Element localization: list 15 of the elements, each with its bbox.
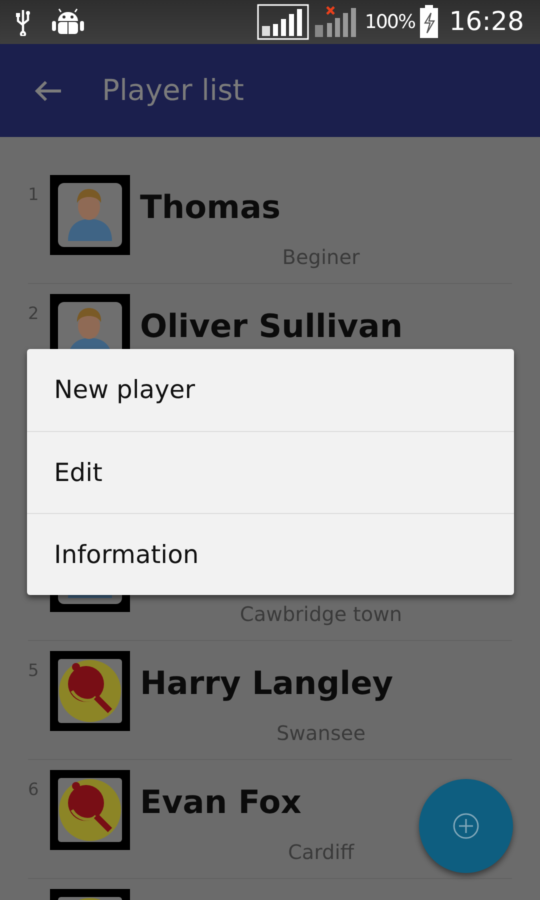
add-icon — [452, 812, 480, 840]
android-icon — [52, 8, 84, 36]
battery-percentage: 100% — [364, 10, 416, 35]
signal-icon — [256, 4, 309, 40]
screen-title: Player list — [102, 72, 244, 109]
menu-item[interactable]: Edit — [27, 431, 514, 513]
player-name: Oliver Sullivan — [140, 307, 403, 345]
usb-icon — [16, 8, 30, 36]
menu-item[interactable]: Information — [27, 513, 514, 595]
player-name: Thomas — [140, 188, 281, 226]
battery-charging-icon — [419, 5, 440, 39]
clock: 16:28 — [449, 6, 524, 38]
player-name: Evan Fox — [140, 783, 302, 821]
player-name: Harry Langley — [140, 664, 394, 702]
menu-item[interactable]: New player — [27, 349, 514, 431]
